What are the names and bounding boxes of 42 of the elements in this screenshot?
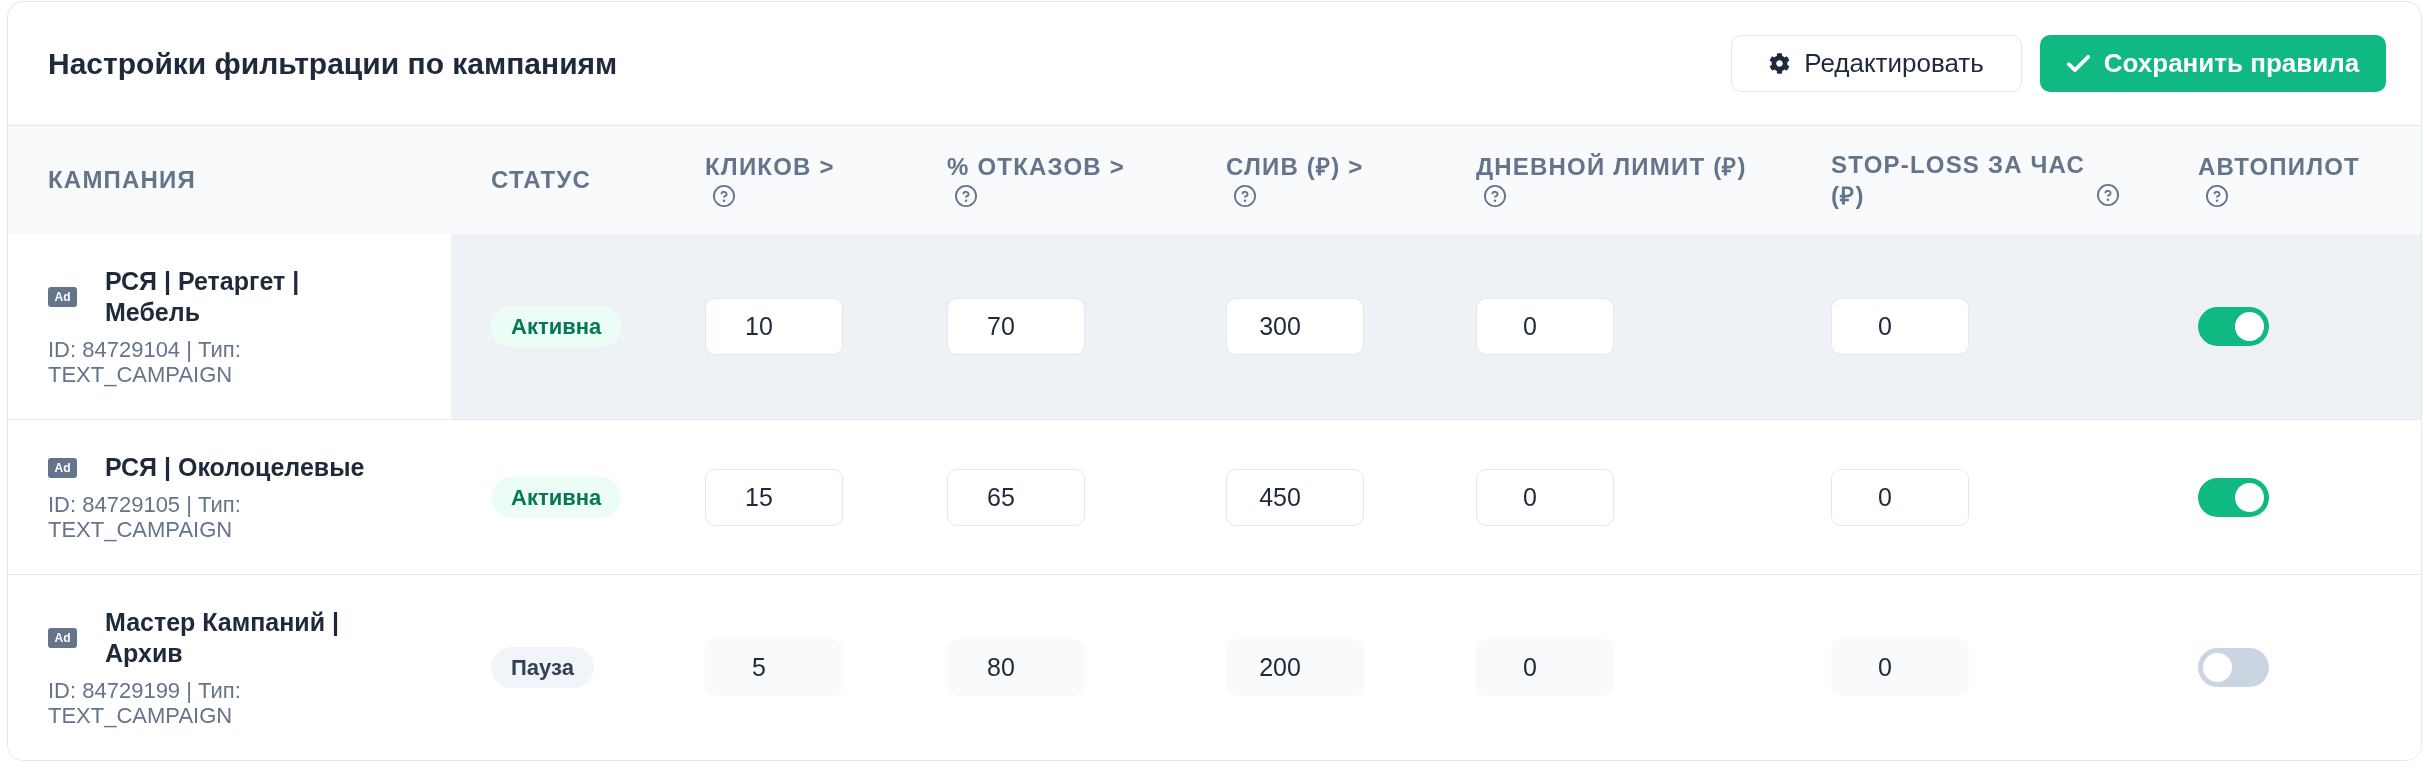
status-pill: Активна <box>491 476 622 518</box>
column-header: КАМПАНИЯ <box>48 167 196 193</box>
column-header: ДНЕВНОЙ ЛИМИТ (₽) <box>1476 153 1747 180</box>
help-icon[interactable] <box>955 184 977 207</box>
status-pill: Активна <box>491 306 622 347</box>
status-pill: Пауза <box>491 647 594 688</box>
campaign-meta: ID: 84729105 | Тип: TEXT_CAMPAIGN <box>48 492 242 542</box>
threshold-input[interactable]: 0 <box>1476 468 1614 526</box>
threshold-input[interactable]: 10 <box>705 298 843 355</box>
autopilot-toggle[interactable] <box>2198 307 2269 346</box>
edit-button[interactable]: Редактировать <box>1731 35 2022 92</box>
campaign-name: Мастер Кампаний | Архив <box>105 607 341 669</box>
ad-tag: Ad <box>48 287 77 307</box>
column-header: СТАТУС <box>491 167 592 193</box>
column-header: КЛИКОВ > <box>705 153 835 180</box>
threshold-input[interactable]: 300 <box>1226 298 1364 355</box>
help-icon[interactable] <box>2097 184 2119 206</box>
help-icon[interactable] <box>2206 184 2228 207</box>
threshold-input[interactable]: 15 <box>705 468 843 526</box>
campaign-name: РСЯ | Околоцелевые <box>105 452 365 483</box>
ad-tag: Ad <box>48 628 77 648</box>
autopilot-toggle[interactable] <box>2198 477 2269 517</box>
help-icon[interactable] <box>713 184 735 207</box>
help-icon[interactable] <box>1484 184 1506 207</box>
threshold-input[interactable]: 0 <box>1831 468 1969 526</box>
card-title: Настройки фильтрации по кампаниям <box>48 46 618 82</box>
campaign-meta: ID: 84729199 | Тип: TEXT_CAMPAIGN <box>48 678 242 728</box>
threshold-input[interactable]: 70 <box>947 298 1085 355</box>
campaign-meta: ID: 84729104 | Тип: TEXT_CAMPAIGN <box>48 337 242 387</box>
threshold-input[interactable]: 65 <box>947 468 1085 526</box>
column-header: STOP-LOSS ЗА ЧАС (₽) <box>1831 150 2087 211</box>
column-header: СЛИВ (₽) > <box>1226 153 1364 180</box>
column-header: % ОТКАЗОВ > <box>947 153 1125 180</box>
settings-icon <box>1769 53 1791 74</box>
help-icon[interactable] <box>1234 184 1256 207</box>
ad-tag: Ad <box>48 457 77 478</box>
check-icon <box>2066 55 2090 72</box>
threshold-input[interactable]: 0 <box>1476 298 1614 355</box>
column-header: АВТОПИЛОТ <box>2198 153 2360 180</box>
threshold-input[interactable]: 0 <box>1831 298 1969 355</box>
campaign-name: РСЯ | Ретаргет | Мебель <box>105 266 301 328</box>
threshold-input[interactable]: 450 <box>1226 468 1364 526</box>
